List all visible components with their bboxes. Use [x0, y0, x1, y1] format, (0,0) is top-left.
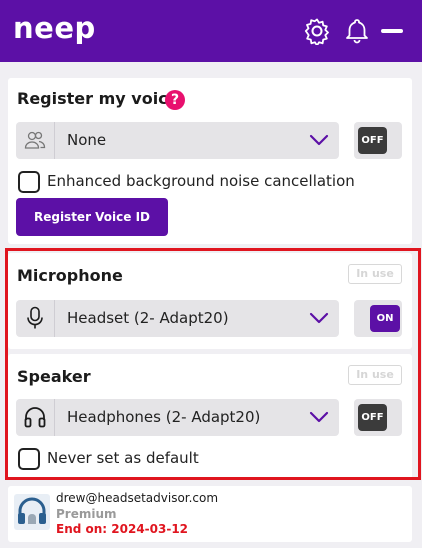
- noise-cancellation-label: Enhanced background noise cancellation: [47, 172, 355, 190]
- minus-icon[interactable]: [381, 29, 403, 33]
- account-expiry: End on: 2024-03-12: [56, 522, 189, 536]
- voice-title: Register my voice: [17, 89, 179, 108]
- chevron-down-icon: [309, 411, 329, 423]
- speaker-toggle-track: OFF: [354, 399, 402, 436]
- help-icon[interactable]: ?: [165, 90, 185, 110]
- speaker-in-use-badge: In use: [348, 365, 402, 385]
- voice-toggle[interactable]: OFF: [358, 127, 387, 154]
- microphone-select-value: Headset (2- Adapt20): [67, 309, 229, 327]
- microphone-select-icon-box: [16, 300, 55, 337]
- never-default-checkbox[interactable]: [18, 448, 40, 470]
- account-email: drew@headsetadvisor.com: [56, 491, 219, 505]
- microphone-toggle[interactable]: ON: [370, 305, 400, 332]
- headphones-icon: [24, 407, 46, 428]
- never-default-label: Never set as default: [47, 449, 199, 467]
- microphone-in-use-badge: In use: [348, 264, 402, 284]
- voice-select-icon-box: [16, 122, 55, 159]
- users-icon: [24, 131, 46, 149]
- avatar[interactable]: [14, 494, 50, 530]
- microphone-select[interactable]: Headset (2- Adapt20): [16, 300, 339, 337]
- noise-cancellation-checkbox[interactable]: [18, 171, 40, 193]
- speaker-select-value: Headphones (2- Adapt20): [67, 408, 261, 426]
- gear-icon[interactable]: [303, 17, 331, 45]
- speaker-select-icon-box: [16, 399, 55, 436]
- microphone-title: Microphone: [17, 266, 123, 285]
- speaker-title: Speaker: [17, 367, 91, 386]
- app-header: neep: [0, 0, 422, 62]
- microphone-icon: [27, 306, 43, 329]
- account-plan: Premium: [56, 507, 117, 521]
- voice-toggle-track: OFF: [354, 122, 402, 159]
- speaker-toggle[interactable]: OFF: [358, 404, 387, 431]
- chevron-down-icon: [309, 312, 329, 324]
- app-logo: neep: [13, 11, 96, 45]
- voice-select[interactable]: None: [16, 122, 339, 159]
- register-voice-id-button[interactable]: Register Voice ID: [16, 198, 168, 236]
- chevron-down-icon: [309, 134, 329, 146]
- speaker-select[interactable]: Headphones (2- Adapt20): [16, 399, 339, 436]
- bell-icon[interactable]: [343, 17, 371, 45]
- microphone-toggle-track: ON: [354, 300, 402, 337]
- voice-select-value: None: [67, 131, 107, 149]
